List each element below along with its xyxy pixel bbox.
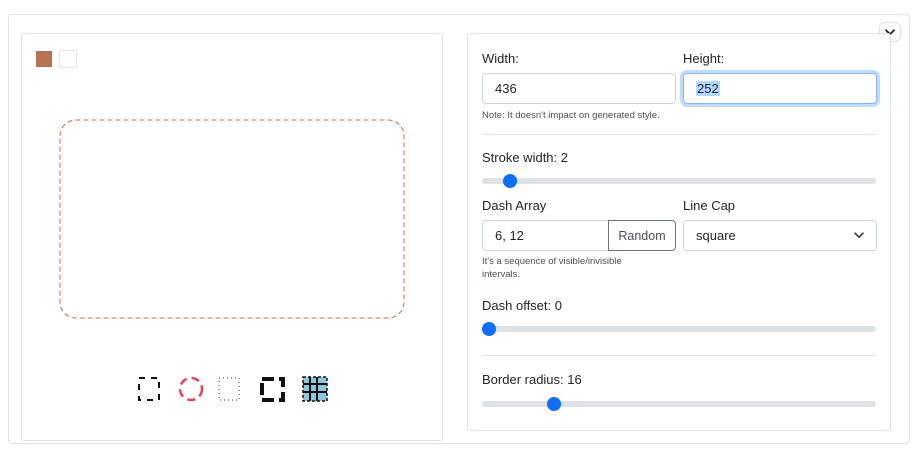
grid-pattern-icon[interactable] bbox=[300, 374, 328, 404]
line-cap-select[interactable]: square bbox=[683, 220, 877, 251]
dotted-square-icon[interactable] bbox=[216, 374, 244, 404]
divider bbox=[482, 134, 876, 135]
dashed-circle-icon[interactable] bbox=[176, 374, 204, 404]
slider-thumb[interactable] bbox=[546, 397, 561, 411]
width-input-value: 436 bbox=[495, 81, 517, 96]
background-color-swatch[interactable] bbox=[59, 50, 77, 68]
dashed-square-icon[interactable] bbox=[136, 374, 164, 404]
thick-dashed-square-icon[interactable] bbox=[258, 374, 286, 404]
border-radius-slider[interactable] bbox=[482, 396, 876, 412]
size-note: Note: It doesn't impact on generated sty… bbox=[482, 110, 660, 121]
stroke-width-slider[interactable] bbox=[482, 173, 876, 189]
border-radius-label: Border radius: 16 bbox=[482, 372, 582, 387]
dash-array-input[interactable]: 6, 12 bbox=[482, 220, 609, 251]
height-label: Height: bbox=[683, 51, 725, 66]
stroke-width-label: Stroke width: 2 bbox=[482, 150, 568, 165]
dash-offset-slider[interactable] bbox=[482, 321, 876, 337]
dash-array-value: 6, 12 bbox=[495, 228, 524, 243]
dash-array-label: Dash Array bbox=[482, 198, 547, 213]
line-cap-value: square bbox=[696, 228, 736, 243]
dash-array-help: It's a sequence of visible/invisible int… bbox=[482, 256, 622, 280]
width-input[interactable]: 436 bbox=[482, 73, 676, 104]
slider-thumb[interactable] bbox=[482, 322, 496, 336]
chevron-down-icon bbox=[854, 232, 864, 239]
width-label: Width: bbox=[482, 51, 519, 66]
slider-track bbox=[482, 326, 876, 332]
slider-track bbox=[482, 178, 876, 184]
divider bbox=[482, 355, 876, 356]
slider-track bbox=[482, 401, 876, 407]
dash-offset-label: Dash offset: 0 bbox=[482, 298, 562, 313]
slider-thumb[interactable] bbox=[502, 174, 517, 188]
dashed-border-preview bbox=[59, 119, 405, 319]
foreground-color-swatch[interactable] bbox=[36, 51, 52, 67]
line-cap-label: Line Cap bbox=[683, 198, 736, 213]
height-input-value: 252 bbox=[696, 81, 720, 96]
height-input[interactable]: 252 bbox=[683, 73, 877, 104]
random-button[interactable]: Random bbox=[608, 220, 676, 251]
